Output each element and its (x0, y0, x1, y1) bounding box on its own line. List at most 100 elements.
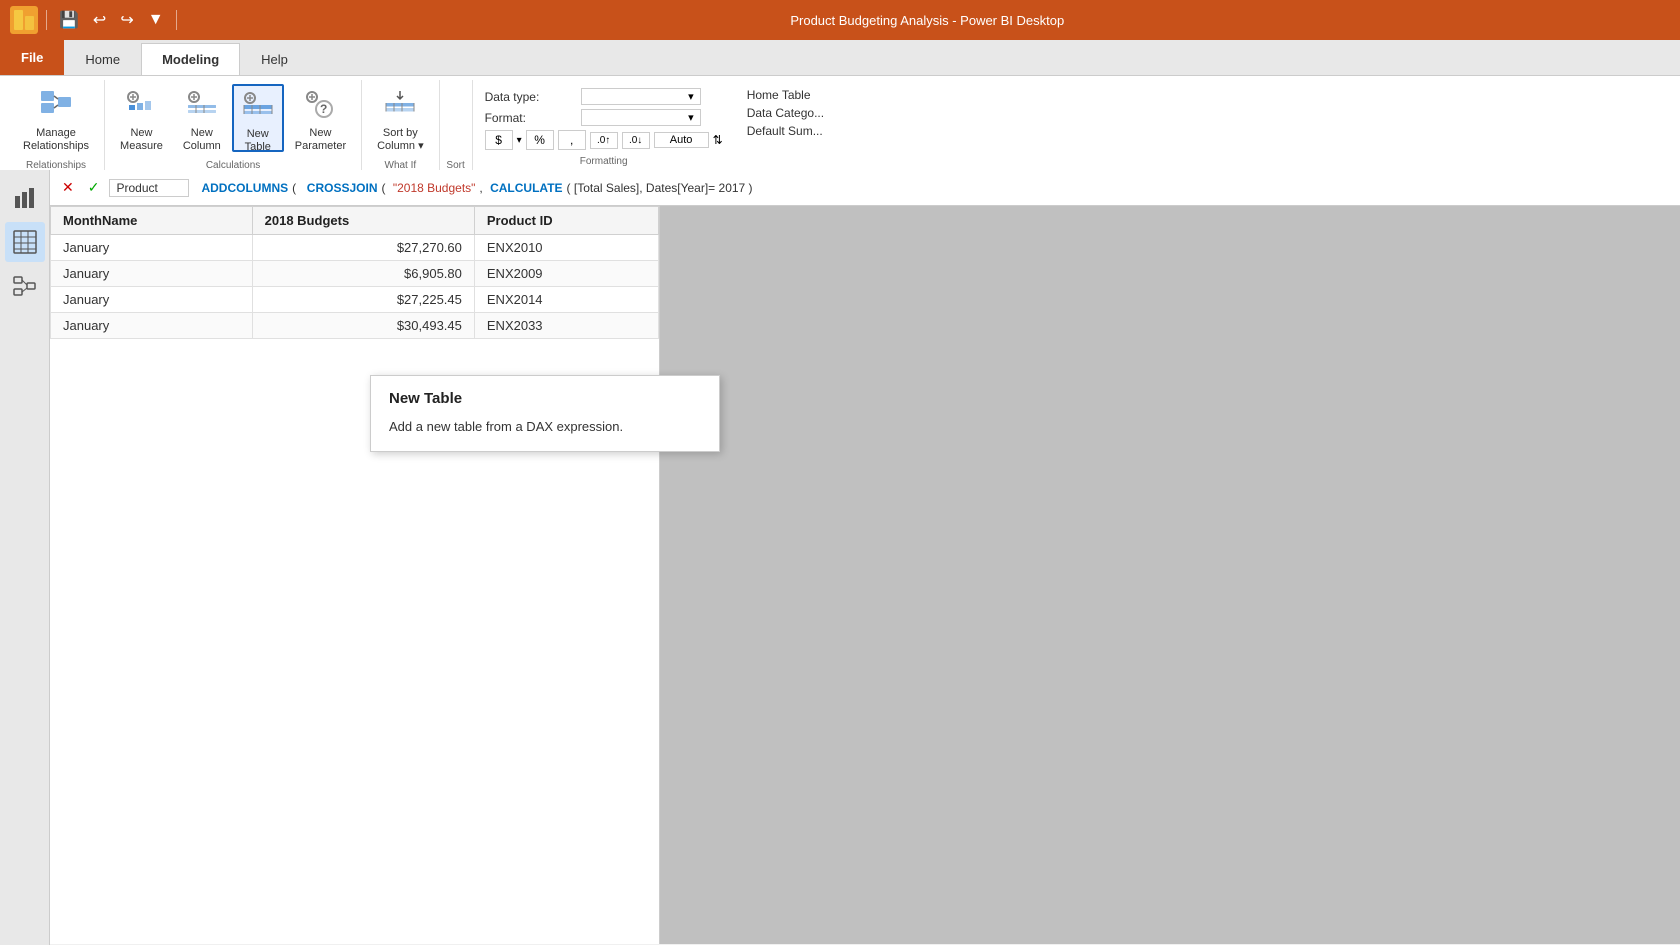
table-body: January $27,270.60 ENX2010 January $6,90… (51, 235, 659, 339)
col-header-monthname: MonthName (51, 207, 253, 235)
cell-productid: ENX2014 (474, 287, 658, 313)
title-divider (46, 10, 47, 30)
cell-budget: $30,493.45 (252, 313, 474, 339)
currency-row: $ ▾ % , .0↑ .0↓ ⇅ (485, 130, 723, 150)
sort-by-column-button[interactable]: Sort byColumn ▾ (368, 84, 432, 152)
data-type-label: Data type: (485, 90, 575, 104)
dax-calculate: CALCULATE (487, 181, 563, 195)
cell-month: January (51, 261, 253, 287)
decimal-increase-button[interactable]: .0↑ (590, 132, 618, 149)
cell-month: January (51, 235, 253, 261)
cell-month: January (51, 313, 253, 339)
formula-editor[interactable]: ADDCOLUMNS ( CROSSJOIN ( "2018 Budgets" … (195, 179, 1672, 197)
app-logo (10, 6, 38, 34)
currency-button[interactable]: $ (485, 130, 513, 150)
data-category-label: Data Catego... (747, 106, 824, 120)
new-parameter-label: NewParameter (295, 127, 346, 153)
table-container: MonthName 2018 Budgets Product ID Januar… (50, 206, 660, 944)
manage-relationships-button[interactable]: ManageRelationships (14, 84, 98, 152)
new-table-button[interactable]: NewTable (232, 84, 284, 152)
tooltip-title: New Table (389, 390, 701, 407)
decimal-decrease-button[interactable]: .0↓ (622, 132, 650, 149)
data-type-dropdown[interactable]: ▾ (581, 88, 701, 105)
home-table-label: Home Table (747, 88, 824, 102)
formula-cancel-button[interactable]: ✕ (58, 177, 78, 198)
dax-paren3: ( [Total Sales], Dates[Year]= 2017 ) (567, 181, 753, 195)
title-controls[interactable]: 💾 ↩ ↪ ▼ (55, 8, 168, 32)
sort-by-column-icon (384, 89, 416, 124)
currency-dropdown-arrow[interactable]: ▾ (517, 135, 522, 146)
title-bar: 💾 ↩ ↪ ▼ Product Budgeting Analysis - Pow… (0, 0, 1680, 40)
ribbon-group-relationships: ManageRelationships Relationships (8, 80, 105, 174)
ribbon-group-sort: Sort (440, 80, 473, 174)
whatif-items: Sort byColumn ▾ (368, 80, 432, 158)
new-measure-button[interactable]: NewMeasure (111, 84, 172, 152)
new-column-icon (186, 89, 218, 124)
new-table-icon (242, 90, 274, 125)
cell-budget: $27,270.60 (252, 235, 474, 261)
table-header-row: MonthName 2018 Budgets Product ID (51, 207, 659, 235)
table-row: January $27,270.60 ENX2010 (51, 235, 659, 261)
sidebar-icon-model[interactable] (5, 266, 45, 306)
formula-bar: ✕ ✓ Product ADDCOLUMNS ( CROSSJOIN ( "20… (50, 170, 1680, 206)
data-table: MonthName 2018 Budgets Product ID Januar… (50, 206, 659, 339)
tab-help[interactable]: Help (240, 43, 309, 75)
sort-by-column-label: Sort byColumn ▾ (377, 127, 423, 153)
auto-arrows: ⇅ (713, 133, 723, 147)
dax-addcolumns: ADDCOLUMNS (201, 181, 288, 195)
ribbon-group-whatif: Sort byColumn ▾ What If (362, 80, 439, 174)
cell-productid: ENX2010 (474, 235, 658, 261)
percent-button[interactable]: % (526, 130, 554, 150)
dax-paren2: ( (382, 181, 386, 195)
dax-paren1: ( (292, 181, 296, 195)
data-type-row: Data type: ▾ (485, 88, 701, 105)
tab-home[interactable]: Home (64, 43, 141, 75)
col-header-productid: Product ID (474, 207, 658, 235)
bg-right (660, 206, 1680, 944)
formatting-items: Data type: ▾ Format: ▾ $ ▾ % , .0↑ .0↓ ⇅ (485, 84, 723, 154)
format-row: Format: ▾ (485, 109, 701, 126)
left-sidebar (0, 170, 50, 945)
redo-button[interactable]: ↪ (116, 8, 137, 32)
ribbon-body: ManageRelationships Relationships NewMea… (0, 76, 1680, 176)
title-divider2 (176, 10, 177, 30)
table-row: January $30,493.45 ENX2033 (51, 313, 659, 339)
save-button[interactable]: 💾 (55, 8, 83, 32)
svg-text:?: ? (320, 102, 327, 116)
dax-string-budgets: "2018 Budgets" (390, 181, 476, 195)
format-dropdown[interactable]: ▾ (581, 109, 701, 126)
tab-modeling[interactable]: Modeling (141, 43, 240, 75)
ribbon-group-calculations: NewMeasure NewColumn (105, 80, 362, 174)
col-header-budgets: 2018 Budgets (252, 207, 474, 235)
new-column-label: NewColumn (183, 127, 221, 153)
table-row: January $6,905.80 ENX2009 (51, 261, 659, 287)
manage-relationships-icon (40, 89, 72, 124)
auto-input[interactable] (654, 132, 709, 148)
ribbon-right-labels: Home Table Data Catego... Default Sum... (735, 80, 836, 174)
new-table-label: NewTable (245, 128, 271, 154)
default-sum-label: Default Sum... (747, 124, 824, 138)
dax-crossjoin: CROSSJOIN (300, 181, 377, 195)
undo-button[interactable]: ↩ (89, 8, 110, 32)
new-parameter-icon: ? (304, 89, 336, 124)
tooltip-description: Add a new table from a DAX expression. (389, 417, 701, 437)
sort-items (446, 80, 466, 158)
sidebar-icon-bar-chart[interactable] (5, 178, 45, 218)
relationships-items: ManageRelationships (14, 80, 98, 158)
manage-relationships-label: ManageRelationships (23, 127, 89, 153)
quick-access-dropdown[interactable]: ▼ (144, 9, 168, 31)
ribbon-group-formatting: Data type: ▾ Format: ▾ $ ▾ % , .0↑ .0↓ ⇅ (473, 80, 735, 174)
sidebar-icon-table[interactable] (5, 222, 45, 262)
table-row: January $27,225.45 ENX2014 (51, 287, 659, 313)
tab-file[interactable]: File (0, 39, 64, 75)
tooltip-popup: New Table Add a new table from a DAX exp… (370, 375, 720, 452)
new-measure-label: NewMeasure (120, 127, 163, 153)
new-parameter-button[interactable]: ? NewParameter (286, 84, 355, 152)
cell-productid: ENX2009 (474, 261, 658, 287)
new-column-button[interactable]: NewColumn (174, 84, 230, 152)
formula-confirm-button[interactable]: ✓ (84, 177, 104, 198)
formula-field-name[interactable]: Product (109, 179, 189, 197)
data-area: MonthName 2018 Budgets Product ID Januar… (50, 206, 1680, 944)
comma-button[interactable]: , (558, 130, 586, 150)
calculations-items: NewMeasure NewColumn (111, 80, 355, 158)
